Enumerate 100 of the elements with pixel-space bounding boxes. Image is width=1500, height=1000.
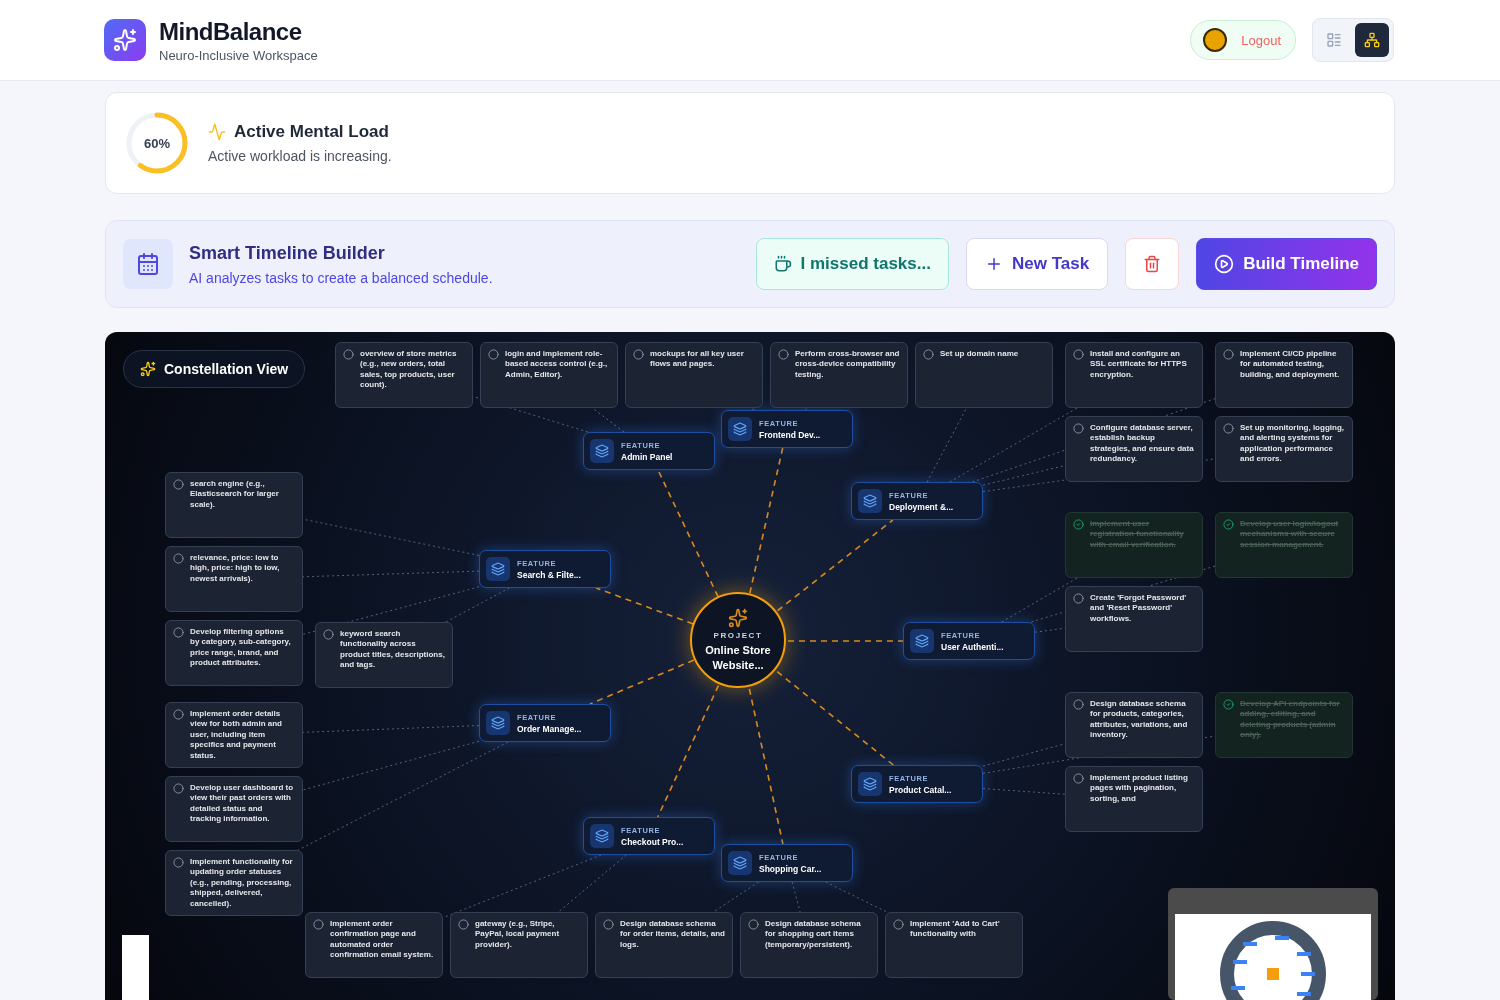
task-text: search engine (e.g., Elasticsearch for larger scale). (190, 479, 280, 511)
check-circle-icon[interactable] (1223, 699, 1234, 710)
build-timeline-button[interactable]: Build Timeline (1196, 238, 1377, 290)
cup-icon (773, 255, 792, 273)
trash-icon (1143, 255, 1162, 273)
empty-circle-icon[interactable] (173, 553, 184, 564)
task-card[interactable]: Create 'Forgot Password' and 'Reset Password' workflows. (1065, 586, 1203, 652)
empty-circle-icon[interactable] (893, 919, 904, 930)
task-text: overview of store metrics (e.g., new orders, total sales, top products, user count). (360, 349, 458, 391)
task-card[interactable]: Design database schema for products, categories, attributes, variations, and inventory. (1065, 692, 1203, 758)
task-card[interactable]: Design database schema for shopping cart items (temporary/persistent). (740, 912, 878, 978)
feature-name: User Authenti... (941, 641, 1004, 652)
empty-circle-icon[interactable] (748, 919, 759, 930)
delete-button[interactable] (1125, 238, 1180, 290)
empty-circle-icon[interactable] (1223, 423, 1234, 434)
task-text: Implement 'Add to Cart' functionality with (910, 919, 1001, 940)
task-card[interactable]: keyword search functionality across product titles, descriptions, and tags. (315, 622, 453, 688)
check-circle-icon[interactable] (1223, 519, 1234, 530)
connector-line (750, 407, 755, 411)
empty-circle-icon[interactable] (1223, 349, 1234, 360)
empty-circle-icon[interactable] (323, 629, 334, 640)
task-card[interactable]: Design database schema for order items, details, and logs. (595, 912, 733, 978)
task-text: Develop filtering options by category, sub-category, price range, brand, and product attributes. (190, 627, 292, 669)
empty-circle-icon[interactable] (603, 919, 614, 930)
task-card[interactable]: Develop user dashboard to view their past orders with detailed status and tracking information. (165, 776, 303, 842)
layers-icon (728, 417, 752, 441)
task-card[interactable]: overview of store metrics (e.g., new orders, total sales, top products, user count). (335, 342, 473, 408)
task-card[interactable]: Implement 'Add to Cart' functionality with (885, 912, 1023, 978)
task-card[interactable]: relevance, price: low to high, price: high to low, newest arrivals). (165, 546, 303, 612)
task-card[interactable]: Implement order confirmation page and automated order confirmation email system. (305, 912, 443, 978)
project-node[interactable]: PROJECT Online Store Website... (690, 592, 786, 688)
empty-circle-icon[interactable] (1073, 699, 1084, 710)
task-text: Set up domain name (940, 349, 1019, 360)
view-toggle-button[interactable] (1355, 23, 1389, 57)
task-card[interactable]: Implement product listing pages with pagination, sorting, and (1065, 766, 1203, 832)
task-card[interactable]: Set up domain name (915, 342, 1053, 408)
task-card[interactable]: Develop filtering options by category, sub-category, price range, brand, and product attributes. (165, 620, 303, 686)
task-card[interactable]: Perform cross-browser and cross-device compatibility testing. (770, 342, 908, 408)
load-title: Active Mental Load (234, 122, 389, 142)
missed-tasks-button[interactable]: I missed tasks... (755, 238, 949, 290)
task-text: Install and configure an SSL certificate for HTTPS encryption. (1090, 349, 1188, 381)
task-text: Design database schema for products, categories, attributes, variations, and inventory. (1090, 699, 1189, 741)
task-card[interactable]: Implement functionality for updating order statuses (e.g., pending, processing, shipped, delivered, cancelled). (165, 850, 303, 916)
layers-icon (858, 772, 882, 796)
task-card[interactable]: Install and configure an SSL certificate for HTTPS encryption. (1065, 342, 1203, 408)
layers-icon (590, 824, 614, 848)
play-icon (1214, 254, 1235, 274)
layers-icon (590, 439, 614, 463)
task-card[interactable]: Implement CI/CD pipeline for automated testing, building, and deployment. (1215, 342, 1353, 408)
task-text: Develop user login/logout mechanisms with secure session management. (1240, 519, 1340, 551)
load-message: Active workload is increasing. (208, 148, 392, 164)
task-text: Implement order details view for both admin and user, including item specifics and payment status. (190, 709, 283, 761)
task-text: Implement functionality for updating order statuses (e.g., pending, processing, shipped, delivered, cancelled). (190, 857, 294, 909)
layers-icon (486, 711, 510, 735)
controls-panel (122, 935, 149, 1000)
empty-circle-icon[interactable] (778, 349, 789, 360)
feature-name: Frontend Dev... (759, 429, 821, 440)
task-text: Design database schema for order items, details, and logs. (620, 919, 725, 951)
task-text: Set up monitoring, logging, and alerting systems for application performance and errors. (1240, 423, 1345, 465)
empty-circle-icon[interactable] (173, 857, 184, 868)
empty-circle-icon[interactable] (488, 349, 499, 360)
check-circle-icon[interactable] (1073, 519, 1084, 530)
sparkles-icon (728, 608, 748, 629)
task-card[interactable]: search engine (e.g., Elasticsearch for larger scale). (165, 472, 303, 538)
empty-circle-icon[interactable] (173, 783, 184, 794)
task-card[interactable]: mockups for all key user flows and pages. (625, 342, 763, 408)
calendar-icon (123, 239, 173, 289)
empty-circle-icon[interactable] (1073, 773, 1084, 784)
task-text: mockups for all key user flows and pages. (650, 349, 745, 370)
sparkles-icon (113, 28, 137, 52)
empty-circle-icon[interactable] (173, 627, 184, 638)
empty-circle-icon[interactable] (1073, 423, 1084, 434)
layers-icon (910, 629, 934, 653)
empty-circle-icon[interactable] (923, 349, 934, 360)
empty-circle-icon[interactable] (173, 709, 184, 720)
task-card[interactable]: gateway (e.g., Stripe, PayPal, local payment provider). (450, 912, 588, 978)
empty-circle-icon[interactable] (458, 919, 469, 930)
feature-name: Admin Panel (621, 451, 673, 462)
load-percent: 60% (144, 135, 170, 151)
empty-circle-icon[interactable] (633, 349, 644, 360)
builder-subtitle: AI analyzes tasks to create a balanced schedule. (189, 269, 494, 286)
empty-circle-icon[interactable] (173, 479, 184, 490)
task-text: relevance, price: low to high, price: high to low, newest arrivals). (190, 553, 281, 585)
new-task-button[interactable]: New Task (965, 238, 1109, 290)
app-tagline: Neuro-Inclusive Workspace (159, 47, 318, 63)
task-card[interactable]: Configure database server, establish backup strategies, and ensure data redundancy. (1065, 416, 1203, 482)
empty-circle-icon[interactable] (1073, 593, 1084, 604)
task-text: Design database schema for shopping cart items (temporary/persistent). (765, 919, 862, 951)
task-card[interactable]: Set up monitoring, logging, and alerting systems for application performance and errors. (1215, 416, 1353, 482)
task-text: login and implement role-based access control (e.g., Admin, Editor). (505, 349, 609, 381)
feature-name: Checkout Pro... (621, 836, 684, 847)
task-card[interactable]: login and implement role-based access control (e.g., Admin, Editor). (480, 342, 618, 408)
task-text: Implement user registration functionality with email verification. (1090, 519, 1185, 551)
task-card[interactable]: Implement order details view for both admin and user, including item specifics and payment status. (165, 702, 303, 768)
task-text: Implement order confirmation page and automated order confirmation email system. (330, 919, 435, 961)
pulse-icon (208, 123, 226, 141)
empty-circle-icon[interactable] (1073, 349, 1084, 360)
layers-icon (858, 489, 882, 513)
empty-circle-icon[interactable] (343, 349, 354, 360)
empty-circle-icon[interactable] (313, 919, 324, 930)
